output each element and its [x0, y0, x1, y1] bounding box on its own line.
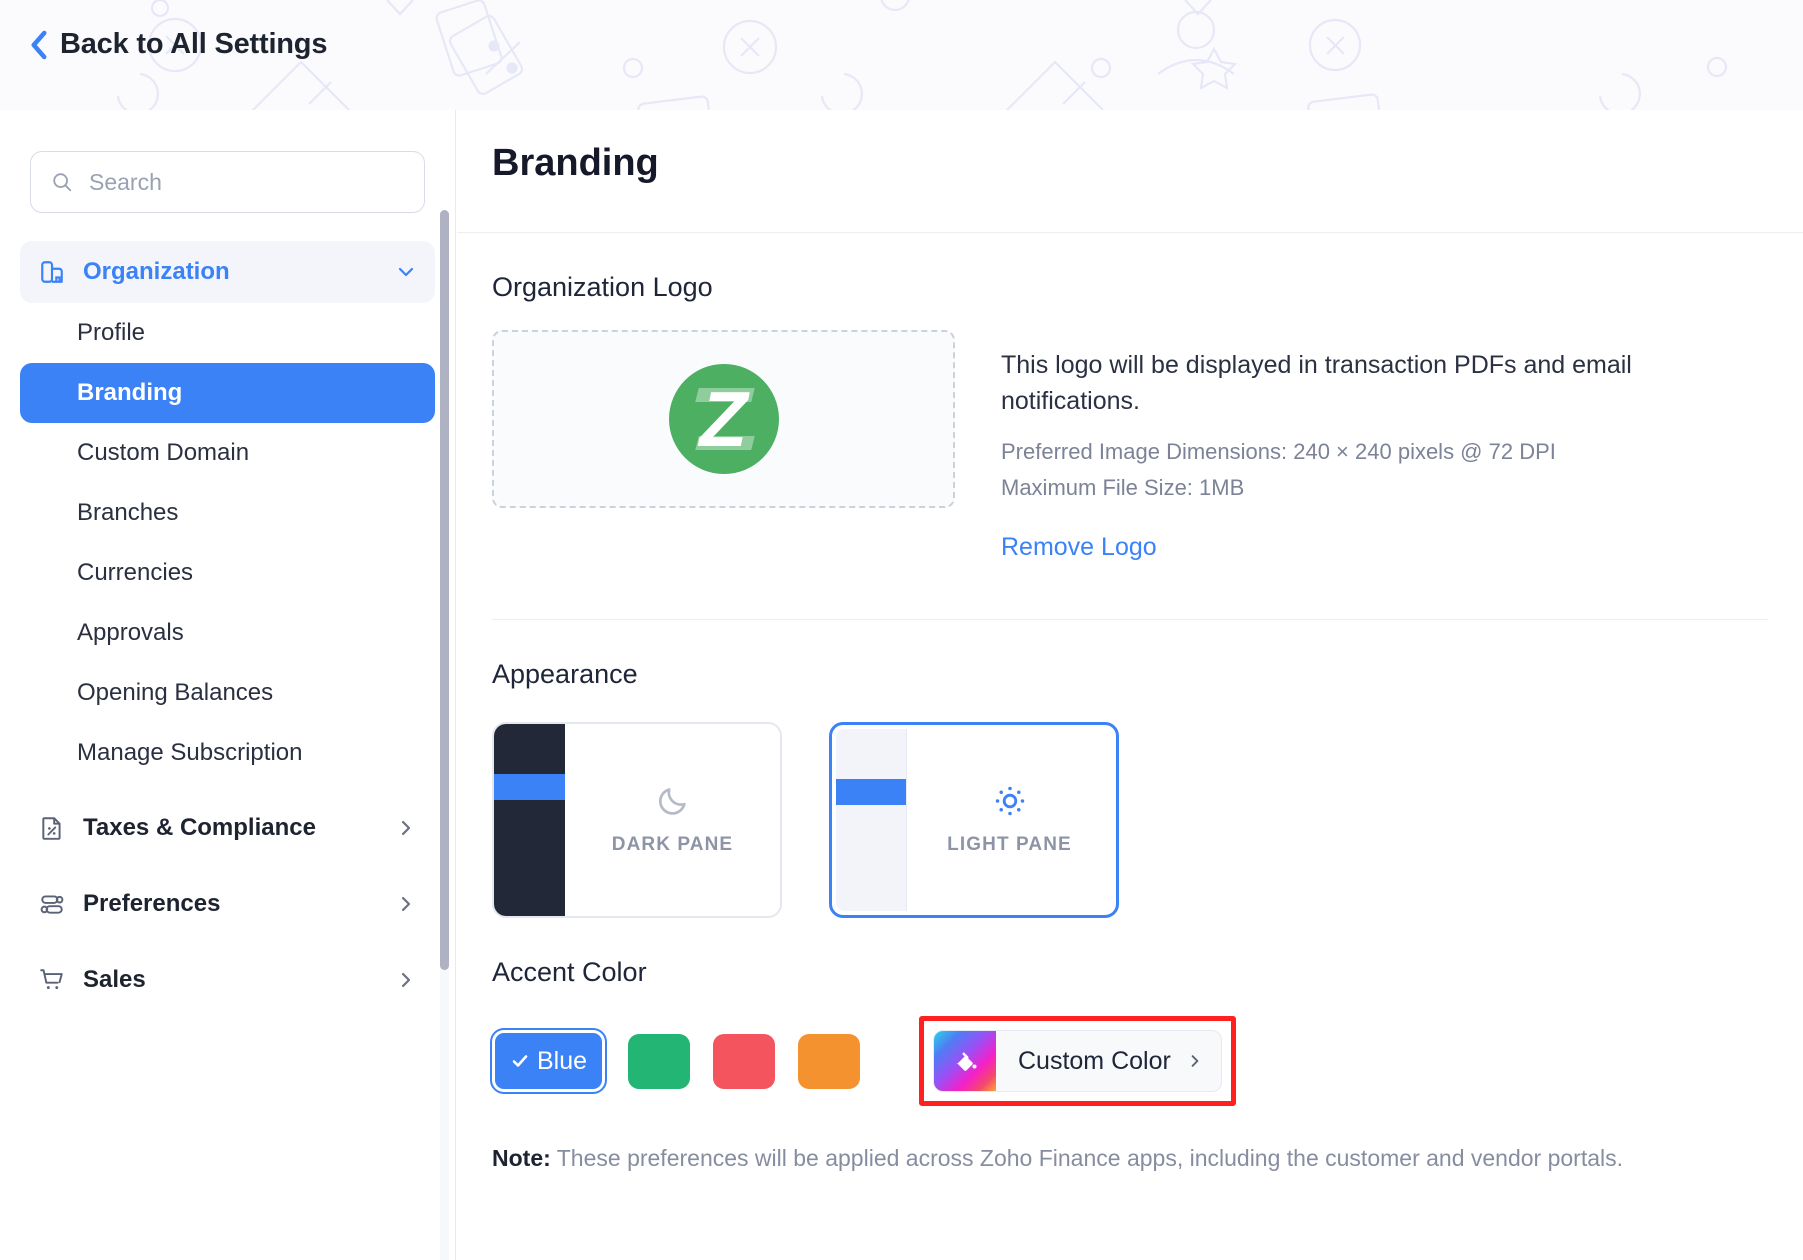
sidebar-group-preferences[interactable]: Preferences	[20, 873, 435, 935]
accent-swatch-orange[interactable]	[798, 1033, 860, 1089]
accent-color-swatches: Blue Custom Color	[490, 1016, 1768, 1107]
sidebar-item-custom-domain[interactable]: Custom Domain	[20, 423, 435, 483]
logo-description: This logo will be displayed in transacti…	[1001, 351, 1632, 415]
accent-swatch-green[interactable]	[628, 1033, 690, 1089]
remove-logo-link[interactable]: Remove Logo	[1001, 533, 1157, 562]
moon-icon	[658, 788, 686, 815]
organization-icon	[41, 261, 63, 283]
sidebar-scrollbar-thumb[interactable]	[440, 210, 449, 970]
sliders-icon	[40, 895, 64, 914]
sidebar-item-branches[interactable]: Branches	[20, 483, 435, 543]
sidebar-item-branding[interactable]: Branding	[20, 363, 435, 423]
light-pane-preview-rail	[836, 729, 907, 912]
accent-swatch-blue-selected[interactable]: Blue	[490, 1028, 607, 1095]
sidebar-group-label: Preferences	[83, 890, 221, 917]
search-input[interactable]	[89, 168, 404, 196]
chevron-left-icon	[31, 30, 47, 59]
dark-pane-accent-bar	[494, 774, 565, 801]
section-title-appearance: Appearance	[492, 659, 638, 690]
light-pane-accent-bar	[836, 779, 906, 806]
sidebar-group-organization[interactable]: Organization	[20, 241, 435, 303]
chevron-right-icon	[401, 896, 411, 912]
appearance-option-dark-pane[interactable]: DARK PANE	[492, 722, 782, 919]
sidebar-item-currencies[interactable]: Currencies	[20, 543, 435, 603]
logo-preferred-dimensions: Preferred Image Dimensions: 240 × 240 pi…	[1001, 439, 1556, 464]
section-divider	[492, 619, 1768, 621]
sidebar-item-profile[interactable]: Profile	[20, 303, 435, 363]
custom-color-gradient-swatch	[934, 1031, 996, 1092]
accent-swatch-blue-label: Blue	[536, 1046, 588, 1075]
logo-letter: Z	[699, 374, 748, 463]
light-pane-label: LIGHT PANE	[947, 834, 1072, 856]
sidebar-item-manage-subscription[interactable]: Manage Subscription	[20, 723, 435, 783]
custom-color-highlight: Custom Color	[919, 1016, 1236, 1107]
preferences-note: Note: These preferences will be applied …	[457, 1145, 1803, 1172]
shopping-cart-icon	[40, 969, 63, 989]
sidebar-group-label: Sales	[83, 966, 146, 993]
chevron-right-icon	[1191, 1055, 1199, 1067]
color-picker-icon	[956, 1052, 977, 1072]
accent-color-section: Accent Color Blue Custom Color	[457, 957, 1803, 1107]
dark-pane-preview-rail	[494, 724, 565, 917]
section-title-organization-logo: Organization Logo	[492, 272, 713, 302]
custom-color-label: Custom Color	[1018, 1046, 1171, 1075]
section-title-accent-color: Accent Color	[492, 957, 647, 988]
chevron-down-icon	[398, 267, 414, 277]
sidebar-group-label: Taxes & Compliance	[83, 814, 316, 841]
sidebar-item-opening-balances[interactable]: Opening Balances	[20, 663, 435, 723]
logo-upload-box[interactable]: Z	[492, 330, 955, 508]
custom-color-button[interactable]: Custom Color	[933, 1030, 1222, 1093]
logo-info: This logo will be displayed in transacti…	[1001, 330, 1768, 562]
sidebar-nav: Organization Profile Branding Custom Dom…	[0, 241, 455, 1011]
accent-swatch-red[interactable]	[713, 1033, 775, 1089]
chevron-right-icon	[401, 972, 411, 988]
organization-logo-section: Organization Logo Z This logo will be di…	[457, 272, 1803, 562]
sidebar-item-approvals[interactable]: Approvals	[20, 603, 435, 663]
check-icon	[512, 1055, 528, 1067]
note-text: These preferences will be applied across…	[550, 1145, 1624, 1172]
search-box[interactable]	[30, 151, 425, 213]
settings-sidebar: Organization Profile Branding Custom Dom…	[0, 110, 456, 1260]
top-header: Back to All Settings	[0, 0, 1803, 110]
appearance-section: Appearance DARK PANE LIGHT PANE	[457, 659, 1803, 919]
document-percent-icon	[42, 817, 61, 840]
logo-max-file-size: Maximum File Size: 1MB	[1001, 475, 1245, 501]
header-divider	[457, 232, 1803, 233]
page-title: Branding	[492, 142, 659, 184]
note-prefix: Note:	[492, 1145, 551, 1172]
main-content: Branding Organization Logo Z This logo w…	[457, 110, 1803, 1260]
back-to-all-settings-link[interactable]: Back to All Settings	[30, 28, 327, 61]
sidebar-group-sales[interactable]: Sales	[20, 949, 435, 1011]
settings-page: Back to All Settings Organization	[0, 0, 1803, 1260]
dark-pane-label: DARK PANE	[611, 834, 734, 856]
organization-logo: Z	[668, 364, 779, 474]
search-icon	[53, 173, 72, 192]
sun-icon	[995, 786, 1024, 816]
appearance-option-light-pane[interactable]: LIGHT PANE	[829, 722, 1119, 919]
back-link-label: Back to All Settings	[60, 28, 328, 60]
sidebar-group-taxes-compliance[interactable]: Taxes & Compliance	[20, 797, 435, 859]
sidebar-group-label: Organization	[83, 258, 230, 285]
chevron-right-icon	[401, 820, 411, 836]
